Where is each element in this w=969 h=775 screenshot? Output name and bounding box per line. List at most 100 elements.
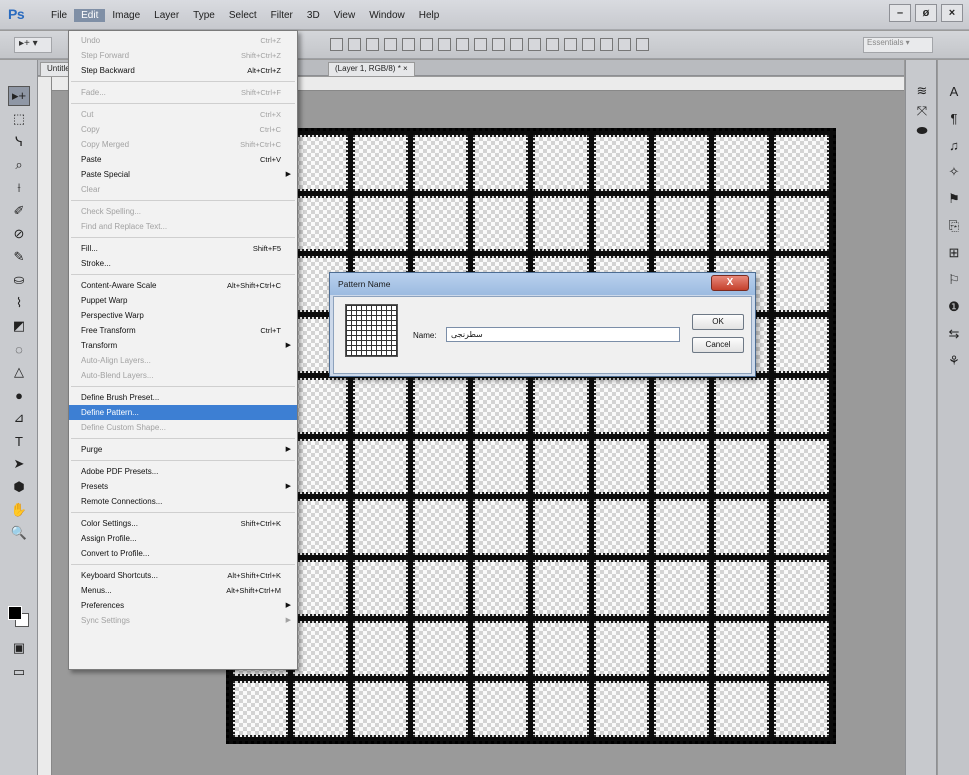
pattern-name-input[interactable]: سطرنجی [446,327,680,342]
menu-item-define-brush-preset[interactable]: Define Brush Preset... [69,390,297,405]
path-select-tool-icon[interactable]: ➤ [8,454,30,474]
menu-item-preferences[interactable]: Preferences ▶ [69,598,297,613]
3d-rotate-icon[interactable] [564,38,577,51]
menu-layer[interactable]: Layer [147,9,186,22]
clone-stamp-tool-icon[interactable]: ⛀ [8,270,30,290]
gradient-tool-icon[interactable]: ◌ [8,339,30,359]
marquee-tool-icon[interactable]: ⬚ [8,109,30,129]
menu-image[interactable]: Image [105,9,147,22]
menu-item-paste[interactable]: Paste Ctrl+V [69,152,297,167]
distribute-left-icon[interactable] [492,38,505,51]
menu-view[interactable]: View [327,9,363,22]
foreground-color-swatch[interactable] [8,606,22,620]
brush-presets-panel-icon[interactable]: ✧ [944,163,964,181]
adjustments-panel-icon[interactable]: ⚘ [944,352,964,370]
menu-item-color-settings[interactable]: Color Settings... Shift+Ctrl+K [69,516,297,531]
align-middle-icon[interactable] [348,38,361,51]
eraser-tool-icon[interactable]: ◩ [8,316,30,336]
menu-item-presets[interactable]: Presets ▶ [69,479,297,494]
brush-panel-icon[interactable]: ♫ [944,136,964,154]
menu-edit[interactable]: Edit [74,9,106,22]
menu-item-menus[interactable]: Menus... Alt+Shift+Ctrl+M [69,583,297,598]
auto-align-icon[interactable] [546,38,559,51]
layers-panel-icon[interactable]: ⊞ [944,244,964,262]
align-left-icon[interactable] [384,38,397,51]
3d-drag-icon[interactable] [600,38,613,51]
channels-panel-icon[interactable]: ⚐ [944,271,964,289]
menu-item-fill[interactable]: Fill... Shift+F5 [69,241,297,256]
menu-select[interactable]: Select [222,9,264,22]
zoom-tool-icon[interactable]: 🔍 [8,523,30,543]
menu-help[interactable]: Help [412,9,447,22]
document-tab-layer1[interactable]: (Layer 1, RGB/8) * × [328,62,415,76]
distribute-middle-icon[interactable] [456,38,469,51]
menu-item-keyboard-shortcuts[interactable]: Keyboard Shortcuts... Alt+Shift+Ctrl+K [69,568,297,583]
align-top-icon[interactable] [330,38,343,51]
menu-item-puppet-warp[interactable]: Puppet Warp [69,293,297,308]
menu-item-step-backward[interactable]: Step Backward Alt+Ctrl+Z [69,63,297,78]
align-center-icon[interactable] [402,38,415,51]
menu-item-remote-connections[interactable]: Remote Connections... [69,494,297,509]
distribute-top-icon[interactable] [438,38,451,51]
3d-slide-icon[interactable] [618,38,631,51]
menu-item-content-aware-scale[interactable]: Content-Aware Scale Alt+Shift+Ctrl+C [69,278,297,293]
minimize-button[interactable]: – [889,4,911,22]
workspace-switcher[interactable]: Essentials ▾ [863,37,933,53]
blur-tool-icon[interactable]: △ [8,362,30,382]
dialog-close-button[interactable]: X [711,275,749,291]
move-tool-icon[interactable]: ▸+ [8,86,30,106]
menu-item-transform[interactable]: Transform ▶ [69,338,297,353]
menu-item-convert-to-profile[interactable]: Convert to Profile... [69,546,297,561]
vertical-ruler[interactable] [38,77,52,775]
character-panel-icon[interactable]: A [944,82,964,100]
menu-item-adobe-pdf-presets[interactable]: Adobe PDF Presets... [69,464,297,479]
paths-panel-icon[interactable]: ⇆ [944,325,964,343]
menu-file[interactable]: File [44,9,74,22]
swatches-panel-icon[interactable]: ⬬ [912,122,932,140]
history-brush-tool-icon[interactable]: ⌇ [8,293,30,313]
screen-mode-icon[interactable]: ▭ [8,662,30,682]
brush-tool-icon[interactable]: ✎ [8,247,30,267]
spot-heal-tool-icon[interactable]: ⊘ [8,224,30,244]
align-right-icon[interactable] [420,38,433,51]
document-canvas[interactable] [226,128,836,744]
menu-type[interactable]: Type [186,9,222,22]
menu-item-perspective-warp[interactable]: Perspective Warp [69,308,297,323]
clone-source-panel-icon[interactable]: ⚑ [944,190,964,208]
menu-item-purge[interactable]: Purge ▶ [69,442,297,457]
menu-3d[interactable]: 3D [300,9,327,22]
menu-item-paste-special[interactable]: Paste Special ▶ [69,167,297,182]
type-tool-icon[interactable]: T [8,431,30,451]
close-window-button[interactable]: × [941,4,963,22]
menu-item-assign-profile[interactable]: Assign Profile... [69,531,297,546]
actions-panel-icon[interactable]: ⤧ [912,102,932,120]
menu-window[interactable]: Window [362,9,412,22]
info-panel-icon[interactable]: ❶ [944,298,964,316]
menu-item-free-transform[interactable]: Free Transform Ctrl+T [69,323,297,338]
eyedropper-tool-icon[interactable]: ✐ [8,201,30,221]
lasso-tool-icon[interactable]: ᓭ [8,132,30,152]
menu-filter[interactable]: Filter [264,9,300,22]
dialog-title-bar[interactable]: Pattern Name X [330,273,755,295]
restore-button[interactable]: ø [915,4,937,22]
quick-mask-icon[interactable]: ▣ [8,638,30,658]
cancel-button[interactable]: Cancel [692,337,744,353]
tool-preset-picker[interactable]: ▸+ ▾ [14,37,52,53]
pen-tool-icon[interactable]: ⊿ [8,408,30,428]
crop-tool-icon[interactable]: ⟊ [8,178,30,198]
menu-item-stroke[interactable]: Stroke... [69,256,297,271]
history-panel-icon[interactable]: ≋ [912,82,932,100]
hand-tool-icon[interactable]: ✋ [8,500,30,520]
shape-tool-icon[interactable]: ⬢ [8,477,30,497]
quick-select-tool-icon[interactable]: ⌕ [8,155,30,175]
paragraph-panel-icon[interactable]: ¶ [944,109,964,127]
menu-item-define-pattern[interactable]: Define Pattern... [69,405,297,420]
dodge-tool-icon[interactable]: ● [8,385,30,405]
ok-button[interactable]: OK [692,314,744,330]
tool-presets-panel-icon[interactable]: ⎘ [944,217,964,235]
distribute-bottom-icon[interactable] [474,38,487,51]
3d-roll-icon[interactable] [582,38,595,51]
distribute-right-icon[interactable] [528,38,541,51]
align-bottom-icon[interactable] [366,38,379,51]
3d-scale-icon[interactable] [636,38,649,51]
